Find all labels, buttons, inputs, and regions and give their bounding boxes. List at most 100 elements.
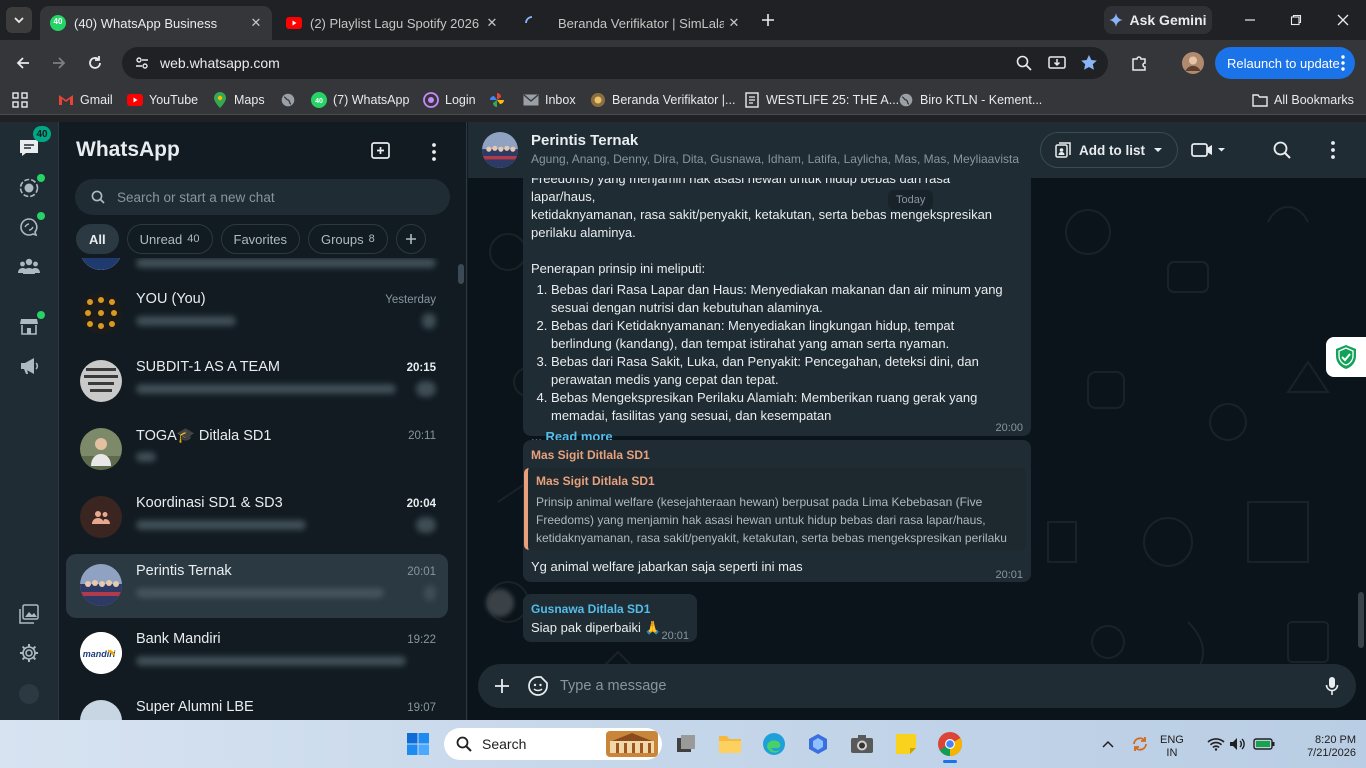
profile-nav-button[interactable]	[17, 682, 41, 706]
edge-button[interactable]	[760, 730, 788, 758]
bookmark-globe[interactable]	[280, 91, 302, 109]
bookmark-star-icon[interactable]	[1080, 54, 1098, 72]
bookmark-beranda-verifikator[interactable]: Beranda Verifikator |...	[590, 91, 735, 109]
close-icon[interactable]: ✕	[724, 13, 744, 33]
maps-icon	[212, 92, 228, 108]
status-icon	[19, 178, 39, 198]
group-avatar[interactable]	[482, 132, 518, 168]
bookmark-biro-ktln[interactable]: Biro KTLN - Kement...	[898, 91, 1042, 109]
file-explorer-button[interactable]	[716, 730, 744, 758]
chat-item-koordinasi[interactable]: Koordinasi SD1 & SD3 20:04	[66, 486, 448, 550]
clock[interactable]: 8:20 PM 7/21/2026	[1294, 734, 1356, 760]
sticker-button[interactable]	[526, 674, 550, 698]
camera-app-button[interactable]	[848, 730, 876, 758]
voice-message-button[interactable]	[1320, 674, 1344, 698]
taskbar-search[interactable]: Search	[444, 728, 662, 760]
chat-item-you[interactable]: YOU (You) Yesterday	[66, 282, 448, 346]
video-call-button[interactable]	[1188, 138, 1228, 162]
chat-item-super-alumni[interactable]: Super Alumni LBE 19:07	[66, 690, 448, 720]
restore-button[interactable]	[1284, 8, 1308, 32]
start-button[interactable]	[404, 730, 432, 758]
sticky-notes-button[interactable]	[892, 730, 920, 758]
profile-avatar[interactable]	[1180, 50, 1206, 76]
chat-item-subdit[interactable]: SUBDIT-1 AS A TEAM 20:15	[66, 350, 448, 414]
bookmark-login[interactable]: Login	[423, 91, 476, 109]
chrome-taskbar-button[interactable]	[936, 730, 964, 763]
sync-tray-icon[interactable]	[1126, 730, 1154, 758]
add-to-list-button[interactable]: Add to list	[1040, 132, 1178, 168]
install-app-icon[interactable]	[1048, 55, 1066, 71]
communities-nav-button[interactable]	[17, 254, 41, 278]
reload-button[interactable]	[82, 50, 108, 76]
ask-gemini-button[interactable]: Ask Gemini	[1104, 6, 1212, 34]
minimize-button[interactable]	[1238, 8, 1262, 32]
conversation-title: Perintis Ternak	[531, 132, 639, 149]
wifi-icon	[1207, 738, 1225, 751]
bookmark-youtube[interactable]: YouTube	[127, 91, 198, 109]
more-vertical-icon	[432, 143, 436, 161]
quoted-message[interactable]: Mas Sigit Ditlala SD1 Prinsip animal wel…	[524, 468, 1026, 550]
all-bookmarks-button[interactable]: All Bookmarks	[1252, 91, 1354, 109]
close-icon[interactable]: ✕	[246, 13, 266, 33]
bookmark-maps[interactable]: Maps	[212, 91, 265, 109]
menu-button[interactable]	[422, 140, 446, 164]
message-bubble-incoming[interactable]: Freedoms) yang menjamin hak asasi hewan …	[523, 162, 1031, 444]
message-input[interactable]	[560, 674, 1280, 698]
search-box[interactable]	[75, 179, 450, 215]
chat-item-bank-mandiri[interactable]: mandiri Bank Mandiri 19:22	[66, 622, 448, 686]
show-hidden-icons-button[interactable]	[1094, 730, 1122, 758]
back-button[interactable]	[10, 50, 36, 76]
bookmark-westlife[interactable]: WESTLIFE 25: THE A...	[744, 91, 899, 109]
tab-spotify-playlist[interactable]: (2) Playlist Lagu Spotify 2026 Te ✕	[276, 6, 508, 40]
language-indicator[interactable]: ENG IN	[1160, 734, 1184, 760]
conversation-menu-button[interactable]	[1321, 138, 1345, 162]
conversation-header[interactable]: Perintis Ternak Agung, Anang, Denny, Dir…	[468, 122, 1366, 178]
message-bubble-incoming[interactable]: Gusnawa Ditlala SD1 Siap pak diperbaiki …	[523, 594, 697, 642]
tab-whatsapp[interactable]: 40 (40) WhatsApp Business ✕	[40, 6, 272, 40]
filter-favorites[interactable]: Favorites	[220, 224, 300, 254]
chat-item-hidden[interactable]	[66, 258, 448, 282]
new-tab-button[interactable]	[756, 9, 780, 31]
bookmark-whatsapp[interactable]: 40 (7) WhatsApp	[311, 91, 409, 109]
relaunch-button[interactable]: Relaunch to update	[1215, 47, 1355, 79]
chat-indicator-blurred	[424, 585, 436, 601]
zoom-icon[interactable]	[1016, 55, 1032, 71]
bookmark-pinwheel[interactable]	[489, 91, 511, 109]
advertise-nav-button[interactable]	[17, 354, 41, 378]
close-icon[interactable]: ✕	[482, 13, 502, 33]
filter-groups[interactable]: Groups 8	[307, 224, 388, 254]
add-filter-button[interactable]	[395, 224, 426, 254]
tab-title: Beranda Verifikator | SimLala	[558, 15, 724, 31]
tab-simlala[interactable]: Beranda Verifikator | SimLala ✕	[514, 6, 750, 40]
bookmark-gmail[interactable]: Gmail	[58, 91, 113, 109]
copilot-button[interactable]	[804, 730, 832, 758]
address-bar[interactable]: web.whatsapp.com	[122, 47, 1108, 79]
filter-all[interactable]: All	[76, 224, 119, 254]
settings-nav-button[interactable]	[17, 641, 41, 665]
site-settings-icon[interactable]	[134, 55, 150, 71]
attach-button[interactable]	[490, 674, 514, 698]
search-input[interactable]	[117, 189, 417, 205]
forward-button[interactable]	[46, 50, 72, 76]
new-chat-button[interactable]	[370, 140, 394, 164]
volume-tray-icon[interactable]	[1224, 730, 1252, 758]
search-messages-button[interactable]	[1270, 138, 1294, 162]
sender-avatar-blurred[interactable]	[486, 589, 514, 617]
battery-tray-icon[interactable]	[1250, 730, 1278, 758]
media-nav-button[interactable]	[17, 602, 41, 626]
filter-unread[interactable]: Unread 40	[126, 224, 213, 254]
chat-list-scrollbar[interactable]	[458, 264, 464, 284]
chat-item-toga[interactable]: TOGA🎓 Ditlala SD1 20:11	[66, 418, 448, 482]
bookmark-inbox[interactable]: Inbox	[523, 91, 576, 109]
extension-shield-button[interactable]	[1326, 337, 1366, 377]
close-window-button[interactable]	[1331, 8, 1355, 32]
shield-icon	[1336, 345, 1356, 369]
apps-grid-button[interactable]	[12, 91, 28, 109]
extensions-button[interactable]	[1126, 50, 1152, 76]
active-app-indicator	[943, 760, 957, 763]
task-view-button[interactable]	[672, 730, 700, 758]
chat-item-perintis-ternak[interactable]: Perintis Ternak 20:01	[66, 554, 448, 618]
tab-search-button[interactable]	[6, 7, 32, 33]
whatsapp-app: 40 WhatsApp Search or start a new chat A…	[0, 122, 1366, 720]
conversation-scrollbar[interactable]	[1358, 592, 1364, 648]
